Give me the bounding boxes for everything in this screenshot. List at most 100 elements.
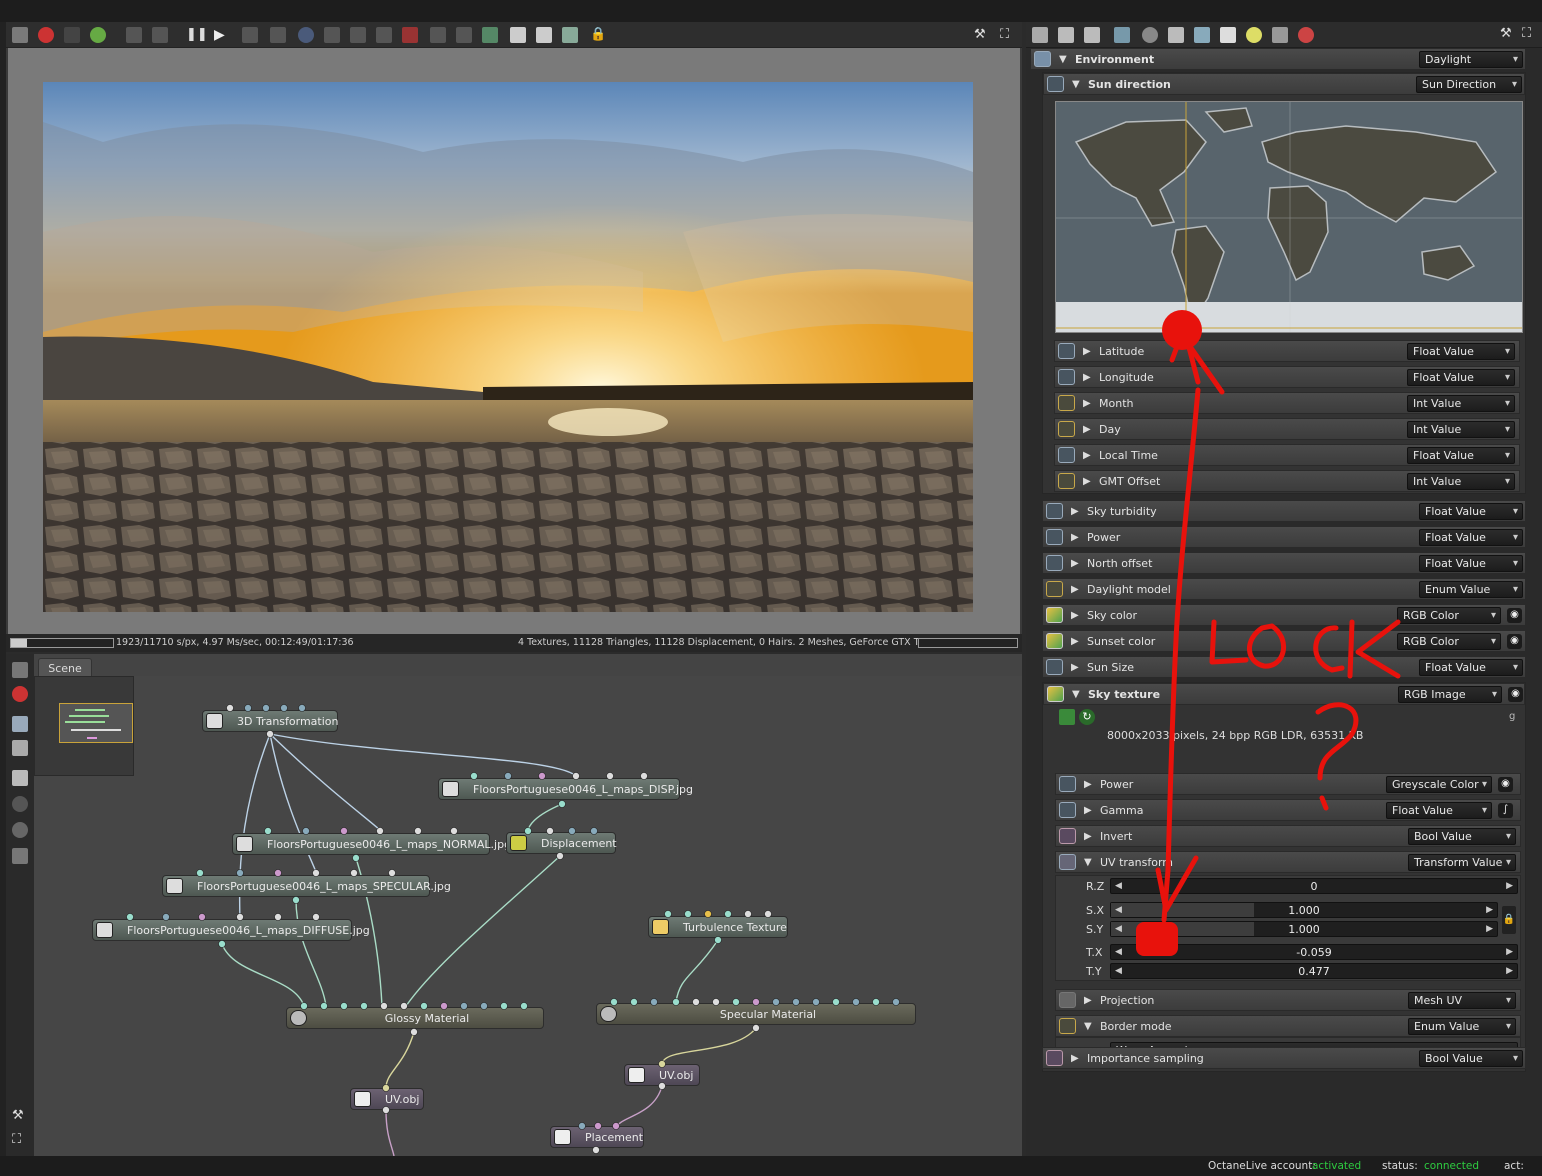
sun-param-row[interactable]: ▶ Month Int Value bbox=[1054, 392, 1520, 414]
preview-eye-icon[interactable]: ◉ bbox=[1498, 777, 1513, 792]
env-param-row-dropdown[interactable]: Enum Value bbox=[1419, 581, 1523, 598]
clay-mode-icon[interactable] bbox=[38, 27, 54, 43]
zoom-icon[interactable] bbox=[430, 27, 446, 43]
layout-icon[interactable] bbox=[12, 662, 28, 678]
sun-icon[interactable] bbox=[1246, 27, 1262, 43]
paint-icon[interactable] bbox=[12, 796, 28, 812]
tree-icon[interactable] bbox=[12, 740, 28, 756]
camera-icon[interactable] bbox=[242, 27, 258, 43]
render-viewport[interactable] bbox=[8, 48, 1020, 634]
sky-texture-dropdown[interactable]: RGB Image bbox=[1398, 686, 1502, 703]
lock-icon[interactable]: 🔒 bbox=[590, 27, 606, 43]
sphere-icon[interactable] bbox=[12, 822, 28, 838]
sun-param-row[interactable]: ▶ Local Time Float Value bbox=[1054, 444, 1520, 466]
uv-transform-dropdown[interactable]: Transform Value bbox=[1408, 854, 1516, 871]
expand-arrow-icon[interactable]: ▶ bbox=[1071, 579, 1079, 600]
color-icon[interactable] bbox=[90, 27, 106, 43]
importance-sampling-dropdown[interactable]: Bool Value bbox=[1419, 1050, 1523, 1067]
play-icon[interactable]: ▶ bbox=[214, 27, 230, 43]
expand-arrow-icon[interactable]: ▶ bbox=[1071, 553, 1079, 574]
expand-arrow-icon[interactable]: ▶ bbox=[1071, 527, 1079, 548]
scale-lock-icon[interactable]: 🔒 bbox=[1502, 906, 1516, 934]
camera-icon[interactable] bbox=[1142, 27, 1158, 43]
fullscreen-icon[interactable]: ⛶ bbox=[1000, 27, 1016, 43]
sx-slider[interactable]: ◀ 1.000 ▶ bbox=[1110, 902, 1498, 918]
env-param-row-dropdown[interactable]: RGB Color bbox=[1397, 607, 1501, 624]
fullscreen-icon[interactable]: ⛶ bbox=[1522, 26, 1531, 41]
object-pick-icon[interactable] bbox=[376, 27, 392, 43]
environment-type-dropdown[interactable]: Daylight bbox=[1419, 51, 1523, 68]
rz-slider[interactable]: ◀ 0 ▶ bbox=[1110, 878, 1518, 894]
window-icon[interactable] bbox=[1114, 27, 1130, 43]
tx-slider[interactable]: ◀ -0.059 ▶ bbox=[1110, 944, 1518, 960]
film-icon[interactable] bbox=[1058, 27, 1074, 43]
collapse-arrow-icon[interactable]: ▼ bbox=[1072, 74, 1080, 95]
clay-icon[interactable] bbox=[12, 686, 28, 702]
pause-icon[interactable]: ❚❚ bbox=[186, 27, 208, 43]
projection-row[interactable]: ▶ Projection Mesh UV bbox=[1055, 989, 1521, 1011]
env-param-row[interactable]: ▶ Power Float Value bbox=[1042, 526, 1526, 548]
sky-texture-param-row-dropdown[interactable]: Float Value bbox=[1386, 802, 1492, 819]
expand-arrow-icon[interactable]: ▶ bbox=[1083, 419, 1091, 440]
graph-canvas[interactable]: 3D Transformation FloorsPortuguese0046_L… bbox=[34, 676, 1022, 1156]
sun-param-row[interactable]: ▶ Day Int Value bbox=[1054, 418, 1520, 440]
expand-icon[interactable]: ⛶ bbox=[12, 1132, 21, 1147]
transform-icon[interactable] bbox=[1272, 27, 1288, 43]
env-param-row[interactable]: ▶ Daylight model Enum Value bbox=[1042, 578, 1526, 600]
sky-texture-param-row-dropdown[interactable]: Bool Value bbox=[1408, 828, 1516, 845]
env-param-row[interactable]: ▶Sunset colorRGB Color◉ bbox=[1042, 630, 1526, 652]
sky-texture-param-row-dropdown[interactable]: Greyscale Color bbox=[1386, 776, 1492, 793]
curve-icon[interactable]: ∫ bbox=[1498, 803, 1513, 818]
sun-param-row-dropdown[interactable]: Int Value bbox=[1407, 395, 1515, 412]
sun-param-row-dropdown[interactable]: Float Value bbox=[1407, 343, 1515, 360]
wrench-small-icon[interactable]: ⚒ bbox=[12, 1108, 24, 1123]
sky-texture-param-row[interactable]: ▶PowerGreyscale Color◉ bbox=[1055, 773, 1521, 795]
sun-param-row-dropdown[interactable]: Float Value bbox=[1407, 447, 1515, 464]
preview-eye-icon[interactable]: ◉ bbox=[1507, 608, 1522, 623]
material-icon[interactable] bbox=[1298, 27, 1314, 43]
monitor-icon[interactable] bbox=[1168, 27, 1184, 43]
border-mode-dropdown[interactable]: Enum Value bbox=[1408, 1018, 1516, 1035]
expand-arrow-icon[interactable]: ▶ bbox=[1071, 1048, 1079, 1069]
export-icon[interactable] bbox=[536, 27, 552, 43]
region-icon[interactable] bbox=[64, 27, 80, 43]
uv-transform-row[interactable]: ▼ UV transform Transform Value bbox=[1055, 851, 1521, 873]
sky-texture-param-row[interactable]: ▶GammaFloat Value∫ bbox=[1055, 799, 1521, 821]
expand-arrow-icon[interactable]: ▶ bbox=[1084, 826, 1092, 847]
sky-texture-row[interactable]: ▼ Sky texture RGB Image ◉ bbox=[1043, 683, 1525, 705]
expand-arrow-icon[interactable]: ▶ bbox=[1071, 501, 1079, 522]
sun-param-row[interactable]: ▶ Longitude Float Value bbox=[1054, 366, 1520, 388]
reload-icon[interactable]: ↻ bbox=[1079, 709, 1095, 725]
expand-arrow-icon[interactable]: ▶ bbox=[1084, 774, 1092, 795]
collapse-arrow-icon[interactable]: ▼ bbox=[1084, 1016, 1092, 1037]
save-render-icon[interactable] bbox=[12, 27, 28, 43]
env-param-row[interactable]: ▶ Sky turbidity Float Value bbox=[1042, 500, 1526, 522]
sun-param-row-dropdown[interactable]: Float Value bbox=[1407, 369, 1515, 386]
preview-eye-icon[interactable]: ◉ bbox=[1507, 634, 1522, 649]
expand-arrow-icon[interactable]: ▶ bbox=[1083, 393, 1091, 414]
sun-position-world-map[interactable] bbox=[1055, 101, 1523, 333]
grid-icon[interactable] bbox=[456, 27, 472, 43]
sy-slider[interactable]: ◀ 1.000 ▶ bbox=[1110, 921, 1498, 937]
expand-arrow-icon[interactable]: ▶ bbox=[1071, 631, 1079, 652]
collapse-arrow-icon[interactable]: ▼ bbox=[1084, 852, 1092, 873]
expand-arrow-icon[interactable]: ▶ bbox=[1083, 367, 1091, 388]
collapse-arrow-icon[interactable]: ▼ bbox=[1059, 49, 1067, 70]
sparkle-icon[interactable] bbox=[482, 27, 498, 43]
collapse-arrow-icon[interactable]: ▼ bbox=[1072, 684, 1080, 705]
expand-arrow-icon[interactable]: ▶ bbox=[1083, 341, 1091, 362]
picker-icon[interactable] bbox=[298, 27, 314, 43]
copy-icon[interactable] bbox=[510, 27, 526, 43]
expand-arrow-icon[interactable]: ▶ bbox=[1083, 471, 1091, 492]
info-icon[interactable] bbox=[402, 27, 418, 43]
texture-icon[interactable] bbox=[12, 848, 28, 864]
preview-eye-icon[interactable]: ◉ bbox=[1508, 687, 1523, 702]
env-param-row-dropdown[interactable]: Float Value bbox=[1419, 529, 1523, 546]
border-mode-row[interactable]: ▼ Border mode Enum Value bbox=[1055, 1015, 1521, 1037]
sun-param-row[interactable]: ▶ GMT Offset Int Value bbox=[1054, 470, 1520, 492]
picture-icon[interactable] bbox=[1220, 27, 1236, 43]
wrench-icon[interactable]: ⚒ bbox=[1500, 26, 1512, 41]
wrench-icon[interactable]: ⚒ bbox=[974, 27, 990, 43]
env-param-row[interactable]: ▶Sky colorRGB Color◉ bbox=[1042, 604, 1526, 626]
expand-arrow-icon[interactable]: ▶ bbox=[1084, 990, 1092, 1011]
